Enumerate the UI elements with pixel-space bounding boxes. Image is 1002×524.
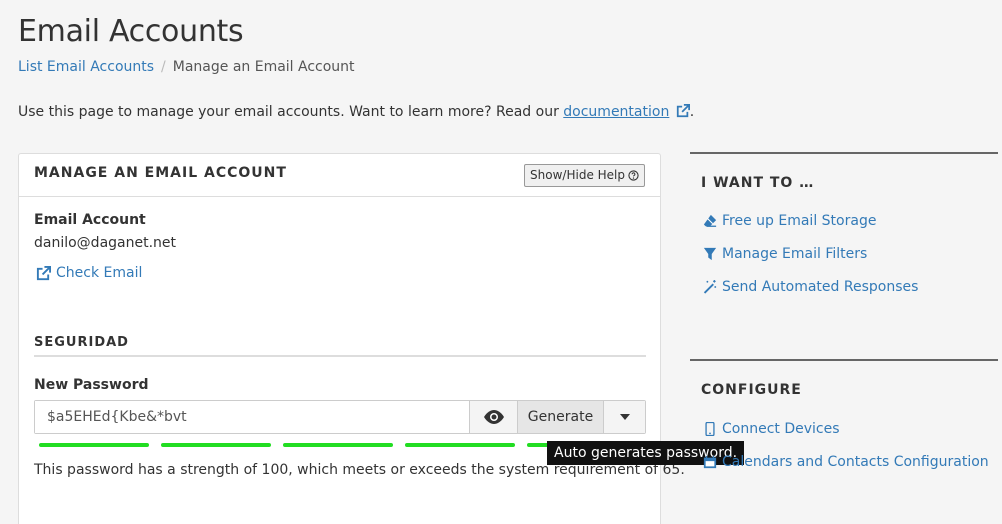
intro-text: Use this page to manage your email accou… <box>18 103 694 121</box>
security-divider <box>34 355 646 357</box>
intro-suffix: . <box>689 104 695 120</box>
automated-responses-link[interactable]: Send Automated Responses <box>703 279 918 295</box>
new-password-input[interactable] <box>35 401 469 433</box>
generate-password-button[interactable]: Generate <box>517 401 603 433</box>
free-up-storage-link[interactable]: Free up Email Storage <box>703 213 876 229</box>
strength-segment <box>283 443 393 447</box>
question-circle-icon <box>628 170 639 181</box>
page-title: Email Accounts <box>18 14 244 49</box>
panel-header: MANAGE AN EMAIL ACCOUNT Show/Hide Help <box>19 154 660 197</box>
check-email-label: Check Email <box>56 265 143 281</box>
toggle-password-visibility-button[interactable] <box>469 401 517 433</box>
manage-filters-link[interactable]: Manage Email Filters <box>703 246 867 262</box>
password-input-group: Generate <box>34 400 646 434</box>
external-link-icon <box>676 104 690 118</box>
configure-heading: CONFIGURE <box>701 382 802 398</box>
panel-title: MANAGE AN EMAIL ACCOUNT <box>34 165 287 181</box>
external-link-icon <box>36 265 51 280</box>
intro-sentence: Use this page to manage your email accou… <box>18 104 564 120</box>
show-hide-help-button[interactable]: Show/Hide Help <box>524 164 645 187</box>
automated-responses-label: Send Automated Responses <box>722 279 919 295</box>
security-heading: SEGURIDAD <box>34 335 129 350</box>
manage-filters-label: Manage Email Filters <box>722 246 868 262</box>
sidebar-divider <box>690 152 998 154</box>
breadcrumb: List Email Accounts / Manage an Email Ac… <box>18 58 355 76</box>
sidebar-divider <box>690 359 998 361</box>
manage-account-panel: MANAGE AN EMAIL ACCOUNT Show/Hide Help E… <box>18 153 685 524</box>
check-email-link[interactable]: Check Email <box>36 265 142 281</box>
filter-icon <box>703 247 717 261</box>
email-account-label: Email Account <box>34 212 146 228</box>
calendars-contacts-link[interactable]: Calendars and Contacts Configuration <box>703 454 989 470</box>
breadcrumb-list-email-accounts[interactable]: List Email Accounts <box>18 58 154 76</box>
help-button-label: Show/Hide Help <box>530 168 625 182</box>
eye-icon <box>483 410 504 424</box>
breadcrumb-current: Manage an Email Account <box>172 59 355 75</box>
mobile-icon <box>705 422 715 436</box>
free-up-storage-label: Free up Email Storage <box>722 213 877 229</box>
caret-down-icon <box>619 414 630 420</box>
eraser-icon <box>703 214 717 227</box>
new-password-label: New Password <box>34 377 149 393</box>
breadcrumb-separator: / <box>161 59 166 75</box>
calendars-contacts-label: Calendars and Contacts Configuration <box>722 454 989 470</box>
calendar-icon <box>703 455 717 469</box>
i-want-to-heading: I WANT TO … <box>701 175 815 191</box>
strength-segment <box>39 443 149 447</box>
documentation-link[interactable]: documentation <box>563 104 669 120</box>
strength-segment <box>161 443 271 447</box>
magic-wand-icon <box>703 280 717 294</box>
connect-devices-label: Connect Devices <box>722 421 840 437</box>
strength-segment <box>405 443 515 447</box>
generate-options-dropdown[interactable] <box>603 401 645 433</box>
email-account-value: danilo@daganet.net <box>34 235 177 251</box>
connect-devices-link[interactable]: Connect Devices <box>703 421 840 437</box>
